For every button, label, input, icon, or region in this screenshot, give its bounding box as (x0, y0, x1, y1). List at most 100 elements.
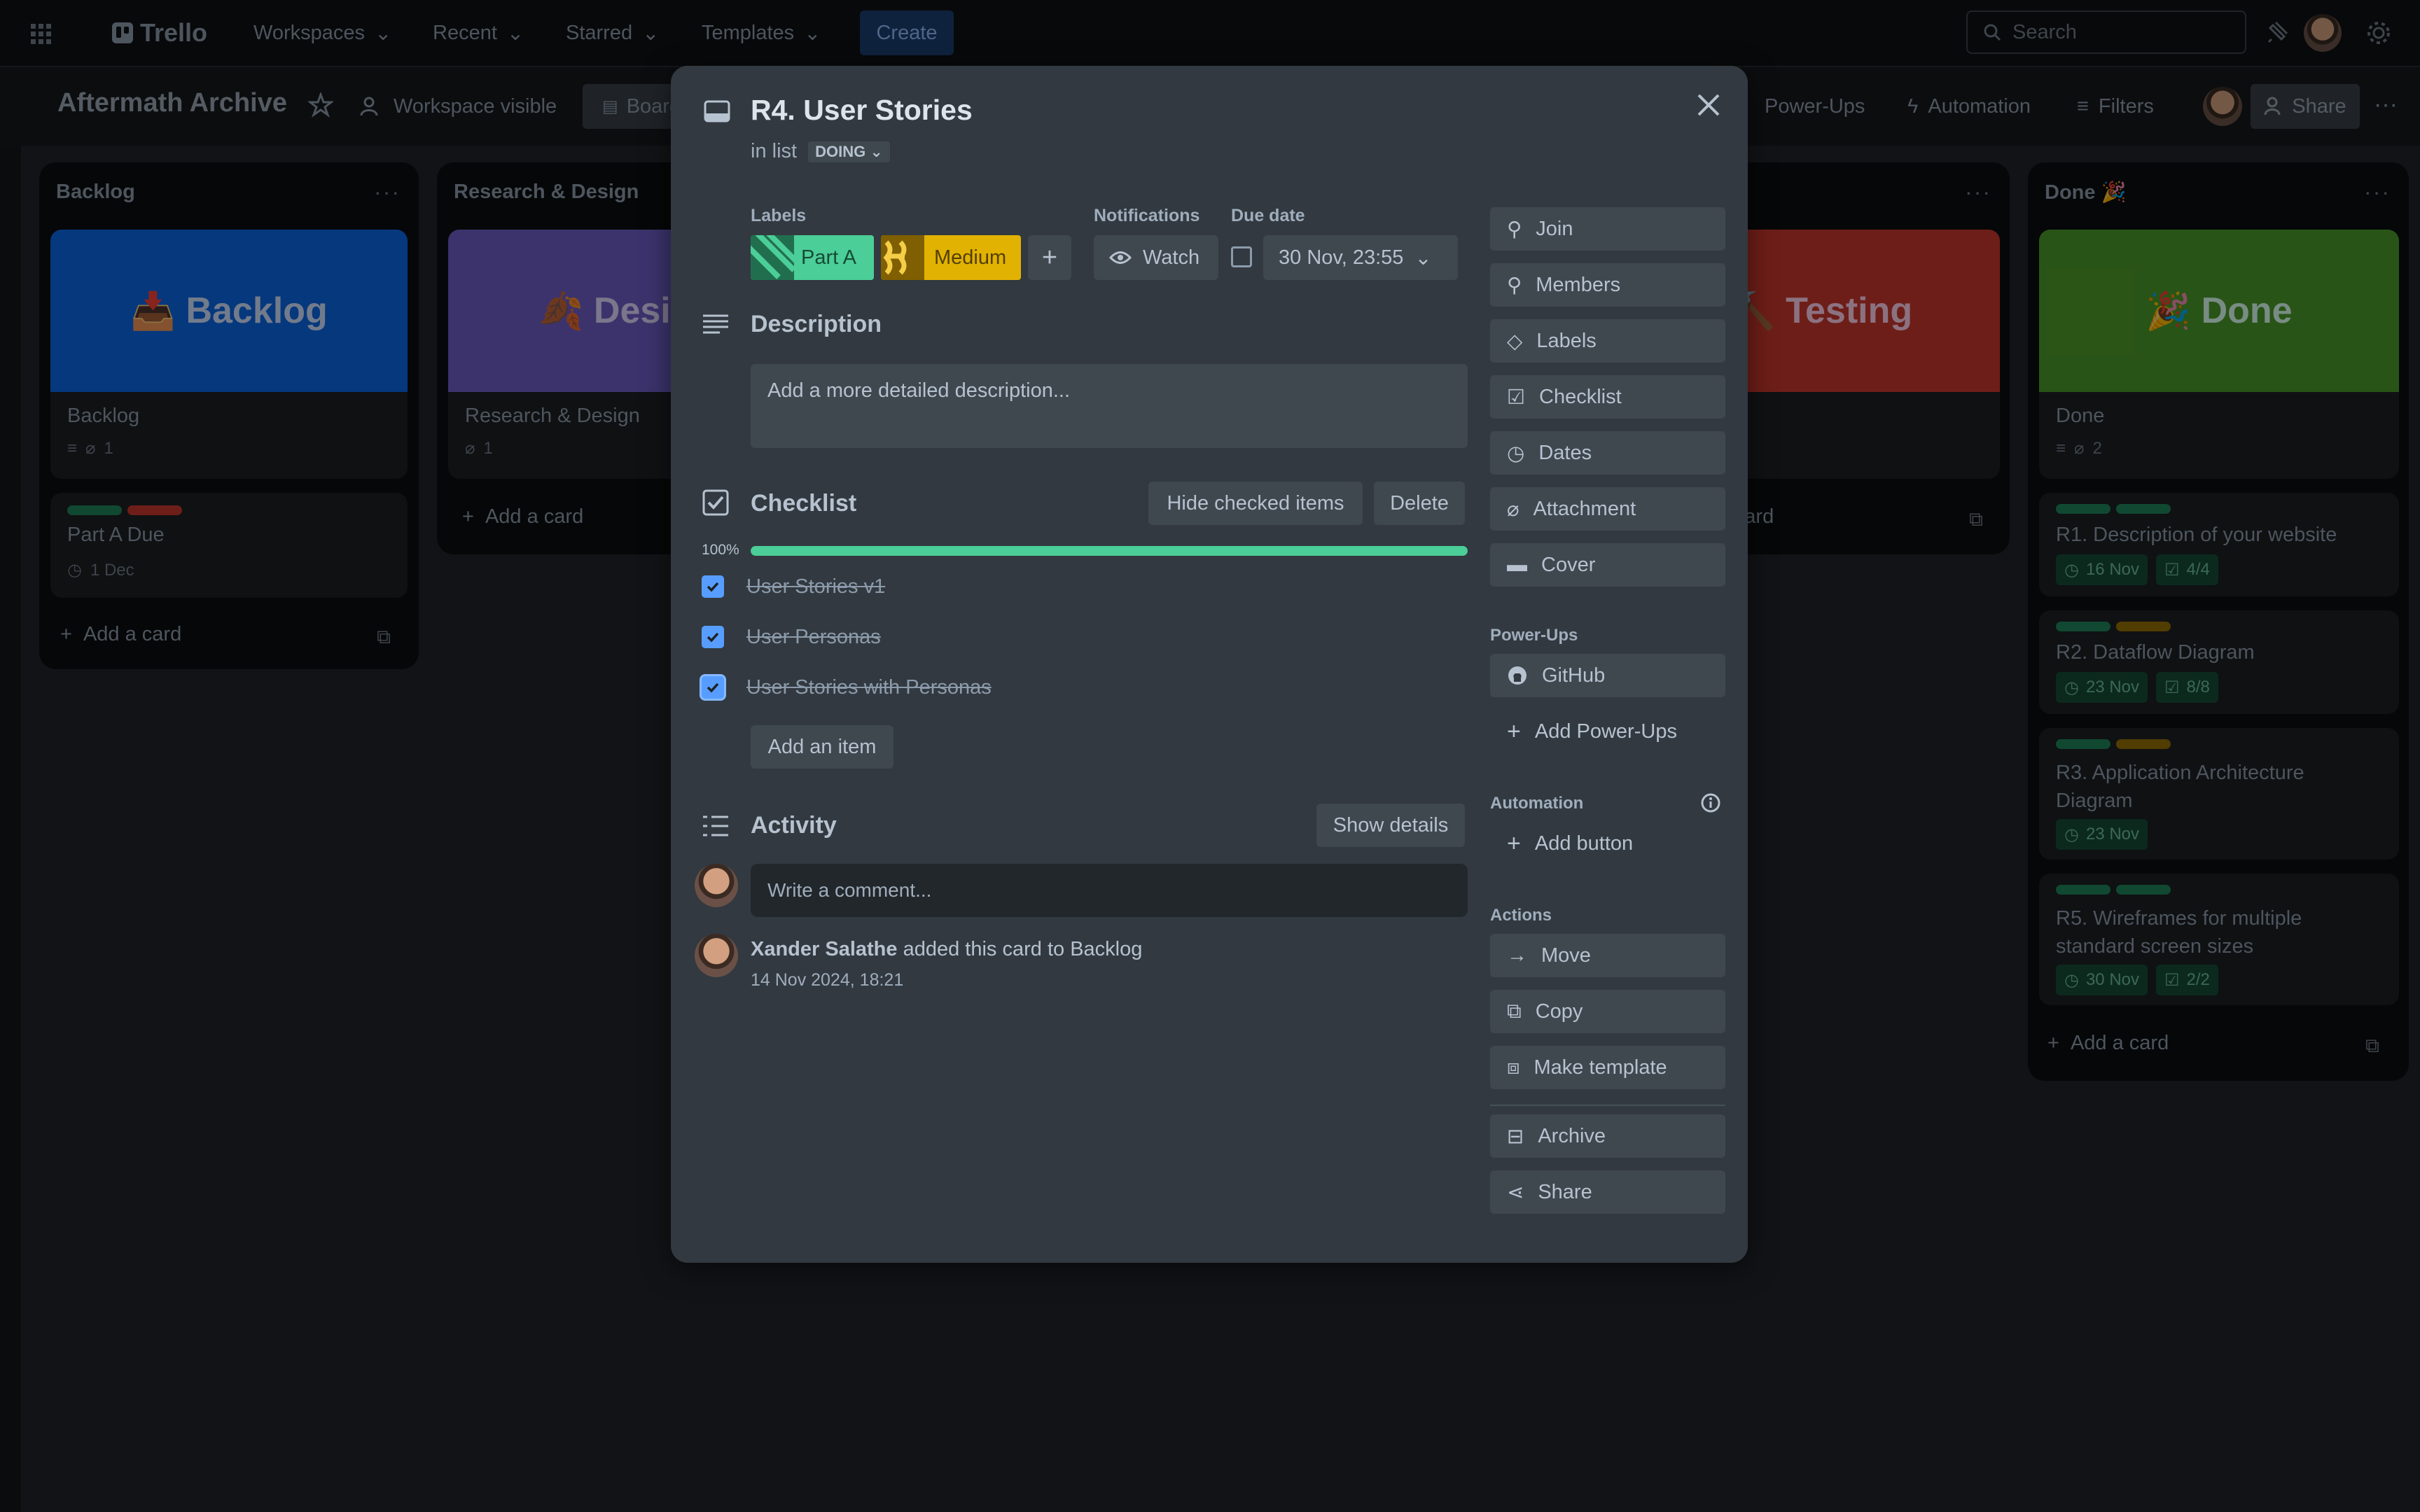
members-label: Members (1536, 273, 1621, 296)
activity-user[interactable]: Xander Salathe (751, 938, 898, 960)
checklist-icon (702, 489, 730, 517)
archive-button[interactable]: ⊟ Archive (1490, 1114, 1725, 1158)
checked-checkbox[interactable] (702, 575, 724, 598)
pattern-icon (751, 235, 794, 280)
cover-button[interactable]: ▬ Cover (1490, 543, 1725, 587)
archive-icon: ⊟ (1507, 1125, 1524, 1148)
checklist-item-text: User Stories v1 (746, 575, 886, 598)
description-placeholder: Add a more detailed description... (767, 379, 1071, 402)
comment-placeholder: Write a comment... (767, 879, 932, 901)
checked-checkbox[interactable] (702, 626, 724, 648)
show-details-button[interactable]: Show details (1316, 804, 1465, 847)
make-template-button[interactable]: ⧈ Make template (1490, 1046, 1725, 1089)
plus-icon: + (1507, 830, 1521, 857)
move-label: Move (1541, 944, 1591, 967)
activity-text: added this card to Backlog (903, 938, 1143, 960)
tag-icon: ◇ (1507, 330, 1523, 353)
watch-label: Watch (1143, 246, 1200, 269)
plus-icon: + (1507, 718, 1521, 745)
checklist-item[interactable]: User Stories v1 (702, 573, 885, 601)
description-icon (702, 314, 730, 335)
checked-checkbox[interactable] (702, 676, 724, 699)
comment-input[interactable]: Write a comment... (751, 864, 1468, 917)
checklist-item[interactable]: User Stories with Personas (702, 673, 992, 701)
description-input[interactable]: Add a more detailed description... (751, 364, 1468, 448)
watch-button[interactable]: Watch (1094, 235, 1218, 280)
arrow-right-icon: → (1507, 944, 1527, 967)
list-name: DOING (815, 142, 866, 160)
description-heading: Description (751, 311, 882, 337)
hide-checked-button[interactable]: Hide checked items (1148, 482, 1363, 525)
due-date-button[interactable]: 30 Nov, 23:55 ⌄ (1263, 235, 1458, 280)
github-icon (1508, 666, 1527, 685)
due-date-heading: Due date (1231, 206, 1305, 225)
activity-user-avatar[interactable] (695, 934, 738, 977)
delete-checklist-button[interactable]: Delete (1374, 482, 1465, 525)
progress-track (751, 546, 1468, 556)
activity-icon (702, 815, 730, 837)
card-detail-modal: R4. User Stories in list DOING ⌄ Labels … (671, 66, 1748, 1263)
person-icon: ⚲ (1507, 274, 1522, 297)
dates-button[interactable]: ◷ Dates (1490, 431, 1725, 475)
copy-icon: ⧉ (1507, 1000, 1522, 1023)
join-label: Join (1536, 217, 1573, 240)
dates-label: Dates (1538, 441, 1592, 464)
archive-label: Archive (1538, 1124, 1606, 1147)
checkbox-icon: ☑ (1507, 386, 1525, 409)
activity-entry: Xander Salathe added this card to Backlo… (751, 938, 1142, 961)
progress-fill (751, 546, 1468, 556)
activity-heading: Activity (751, 812, 837, 839)
add-checklist-item-button[interactable]: Add an item (751, 725, 893, 769)
due-date-value: 30 Nov, 23:55 (1279, 246, 1404, 269)
person-icon: ⚲ (1507, 218, 1522, 241)
github-label: GitHub (1542, 664, 1606, 687)
copy-button[interactable]: ⧉ Copy (1490, 990, 1725, 1033)
add-label-button[interactable]: + (1028, 235, 1071, 280)
due-complete-checkbox[interactable] (1231, 246, 1252, 267)
add-automation-button[interactable]: + Add button (1490, 822, 1725, 865)
copy-label: Copy (1535, 1000, 1583, 1023)
checklist-item[interactable]: User Personas (702, 623, 881, 651)
cover-label: Cover (1541, 553, 1596, 576)
actions-heading: Actions (1490, 906, 1552, 925)
divider (1490, 1105, 1725, 1106)
attachment-label: Attachment (1533, 497, 1636, 520)
checklist-heading[interactable]: Checklist (751, 490, 856, 517)
label-part-a[interactable]: Part A (751, 235, 874, 280)
in-list-row: in list DOING ⌄ (751, 140, 890, 163)
activity-timestamp[interactable]: 14 Nov 2024, 18:21 (751, 970, 903, 990)
template-icon: ⧈ (1507, 1056, 1520, 1079)
github-button[interactable]: GitHub (1490, 654, 1725, 697)
make-template-label: Make template (1534, 1056, 1667, 1079)
labels-heading: Labels (751, 206, 807, 225)
labels-button[interactable]: ◇ Labels (1490, 319, 1725, 363)
progress-percent: 100% (702, 542, 739, 558)
cover-icon: ▬ (1507, 553, 1527, 576)
members-button[interactable]: ⚲ Members (1490, 263, 1725, 307)
attachment-button[interactable]: ⌀ Attachment (1490, 487, 1725, 531)
add-button-label: Add button (1534, 832, 1634, 855)
in-list-prefix: in list (751, 140, 798, 162)
checklist-item-text: User Stories with Personas (746, 676, 992, 699)
add-powerups-button[interactable]: + Add Power-Ups (1490, 710, 1725, 753)
share-icon: ⋖ (1507, 1181, 1524, 1204)
list-picker[interactable]: DOING ⌄ (808, 141, 890, 162)
current-user-avatar[interactable] (695, 864, 738, 907)
labels-label: Labels (1536, 329, 1597, 352)
share-card-button[interactable]: ⋖ Share (1490, 1170, 1725, 1214)
move-button[interactable]: → Move (1490, 934, 1725, 977)
checklist-button[interactable]: ☑ Checklist (1490, 375, 1725, 419)
label-medium[interactable]: Medium (881, 235, 1021, 280)
checklist-label: Checklist (1539, 385, 1622, 408)
pattern-icon (881, 235, 924, 280)
card-title[interactable]: R4. User Stories (751, 94, 973, 127)
paperclip-icon: ⌀ (1507, 498, 1520, 521)
label-name: Part A (801, 246, 856, 269)
close-icon[interactable] (1693, 90, 1724, 120)
share-label: Share (1538, 1180, 1592, 1203)
card-icon (703, 99, 731, 123)
join-button[interactable]: ⚲ Join (1490, 207, 1725, 251)
powerups-heading: Power-Ups (1490, 626, 1578, 645)
info-icon[interactable] (1700, 792, 1721, 813)
checklist-item-text: User Personas (746, 625, 881, 648)
